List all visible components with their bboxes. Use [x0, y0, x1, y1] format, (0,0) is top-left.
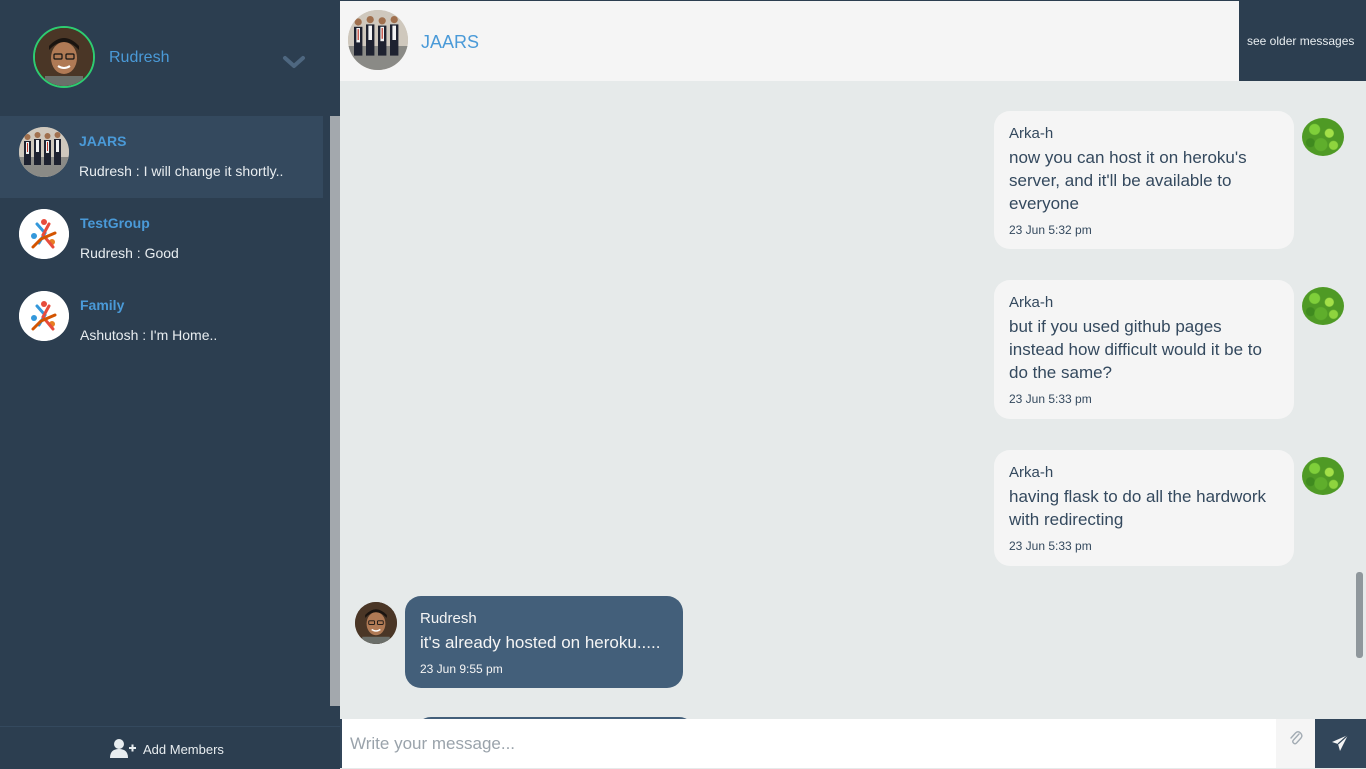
message-text: having flask to do all the hardwork with… — [1009, 487, 1267, 529]
message-scrollbar[interactable] — [1356, 572, 1363, 658]
message-time: 23 Jun 5:33 pm — [1009, 539, 1092, 553]
message-list: Arka-h now you can host it on heroku's s… — [340, 81, 1366, 719]
message-sender: Arka-h — [1009, 464, 1054, 481]
chevron-down-icon[interactable] — [282, 54, 306, 70]
contact-item-testgroup[interactable]: TestGroup Rudresh : Good — [0, 198, 323, 280]
message-sender: Rudresh — [420, 610, 477, 627]
add-members-label: Add Members — [143, 742, 224, 757]
message-text: it's already hosted on heroku..... — [420, 633, 661, 652]
contact-preview: Rudresh : I will change it shortly.. — [79, 163, 284, 179]
scrollbar-thumb[interactable] — [328, 116, 340, 706]
sender-avatar — [1302, 457, 1344, 495]
sender-avatar — [355, 602, 397, 644]
sidebar: Rudresh JAARS Rudresh: I will change it… — [0, 0, 340, 769]
contact-item-family[interactable]: Family Ashutosh : I'm Home.. — [0, 280, 323, 362]
message-sender: Arka-h — [1009, 125, 1054, 142]
message-time: 23 Jun 5:32 pm — [1009, 223, 1092, 237]
attach-button[interactable] — [1276, 719, 1315, 768]
chat-avatar[interactable] — [348, 10, 408, 70]
message-text: but if you used github pages instead how… — [1009, 317, 1262, 382]
message-outgoing: Rudresh it's already hosted on heroku...… — [405, 596, 683, 688]
contact-list-scrollbar[interactable] — [328, 116, 340, 706]
see-older-messages-label: see older messages — [1247, 34, 1355, 48]
contact-list: JAARS Rudresh : I will change it shortly… — [0, 116, 340, 706]
message-incoming: Arka-h having flask to do all the hardwo… — [994, 450, 1294, 566]
message-composer — [340, 719, 1366, 768]
add-user-icon — [110, 739, 136, 758]
user-profile: Rudresh — [0, 0, 340, 116]
contact-name: TestGroup — [80, 215, 150, 231]
contact-preview: Ashutosh : I'm Home.. — [80, 327, 218, 343]
message-text: now you can host it on heroku's server, … — [1009, 148, 1247, 213]
message-time: 23 Jun 5:33 pm — [1009, 392, 1092, 406]
message-sender: Arka-h — [1009, 294, 1054, 311]
sender-avatar — [1302, 287, 1344, 325]
user-name: Rudresh — [109, 49, 170, 66]
chat-header: JAARS — [340, 0, 1239, 81]
send-button[interactable] — [1315, 719, 1366, 768]
chat-title: JAARS — [421, 32, 480, 52]
message-input[interactable] — [340, 719, 1276, 768]
message-time: 23 Jun 9:55 pm — [420, 662, 503, 676]
see-older-messages-button[interactable]: see older messages — [1239, 0, 1366, 81]
contact-avatar — [19, 127, 69, 177]
contact-preview: Rudresh : Good — [80, 245, 179, 261]
group-logo-icon — [19, 209, 69, 259]
add-members-button[interactable]: Add Members — [0, 726, 340, 769]
paperclip-icon — [1290, 731, 1303, 745]
contact-item-jaars[interactable]: JAARS Rudresh : I will change it shortly… — [0, 116, 323, 198]
user-avatar[interactable] — [33, 26, 95, 88]
group-logo-icon — [19, 291, 69, 341]
message-incoming: Arka-h now you can host it on heroku's s… — [994, 111, 1294, 249]
contact-name: Family — [80, 297, 125, 313]
sender-avatar — [1302, 118, 1344, 156]
message-incoming: Arka-h but if you used github pages inst… — [994, 280, 1294, 419]
send-icon — [1332, 734, 1349, 751]
contact-name: JAARS — [79, 133, 127, 149]
